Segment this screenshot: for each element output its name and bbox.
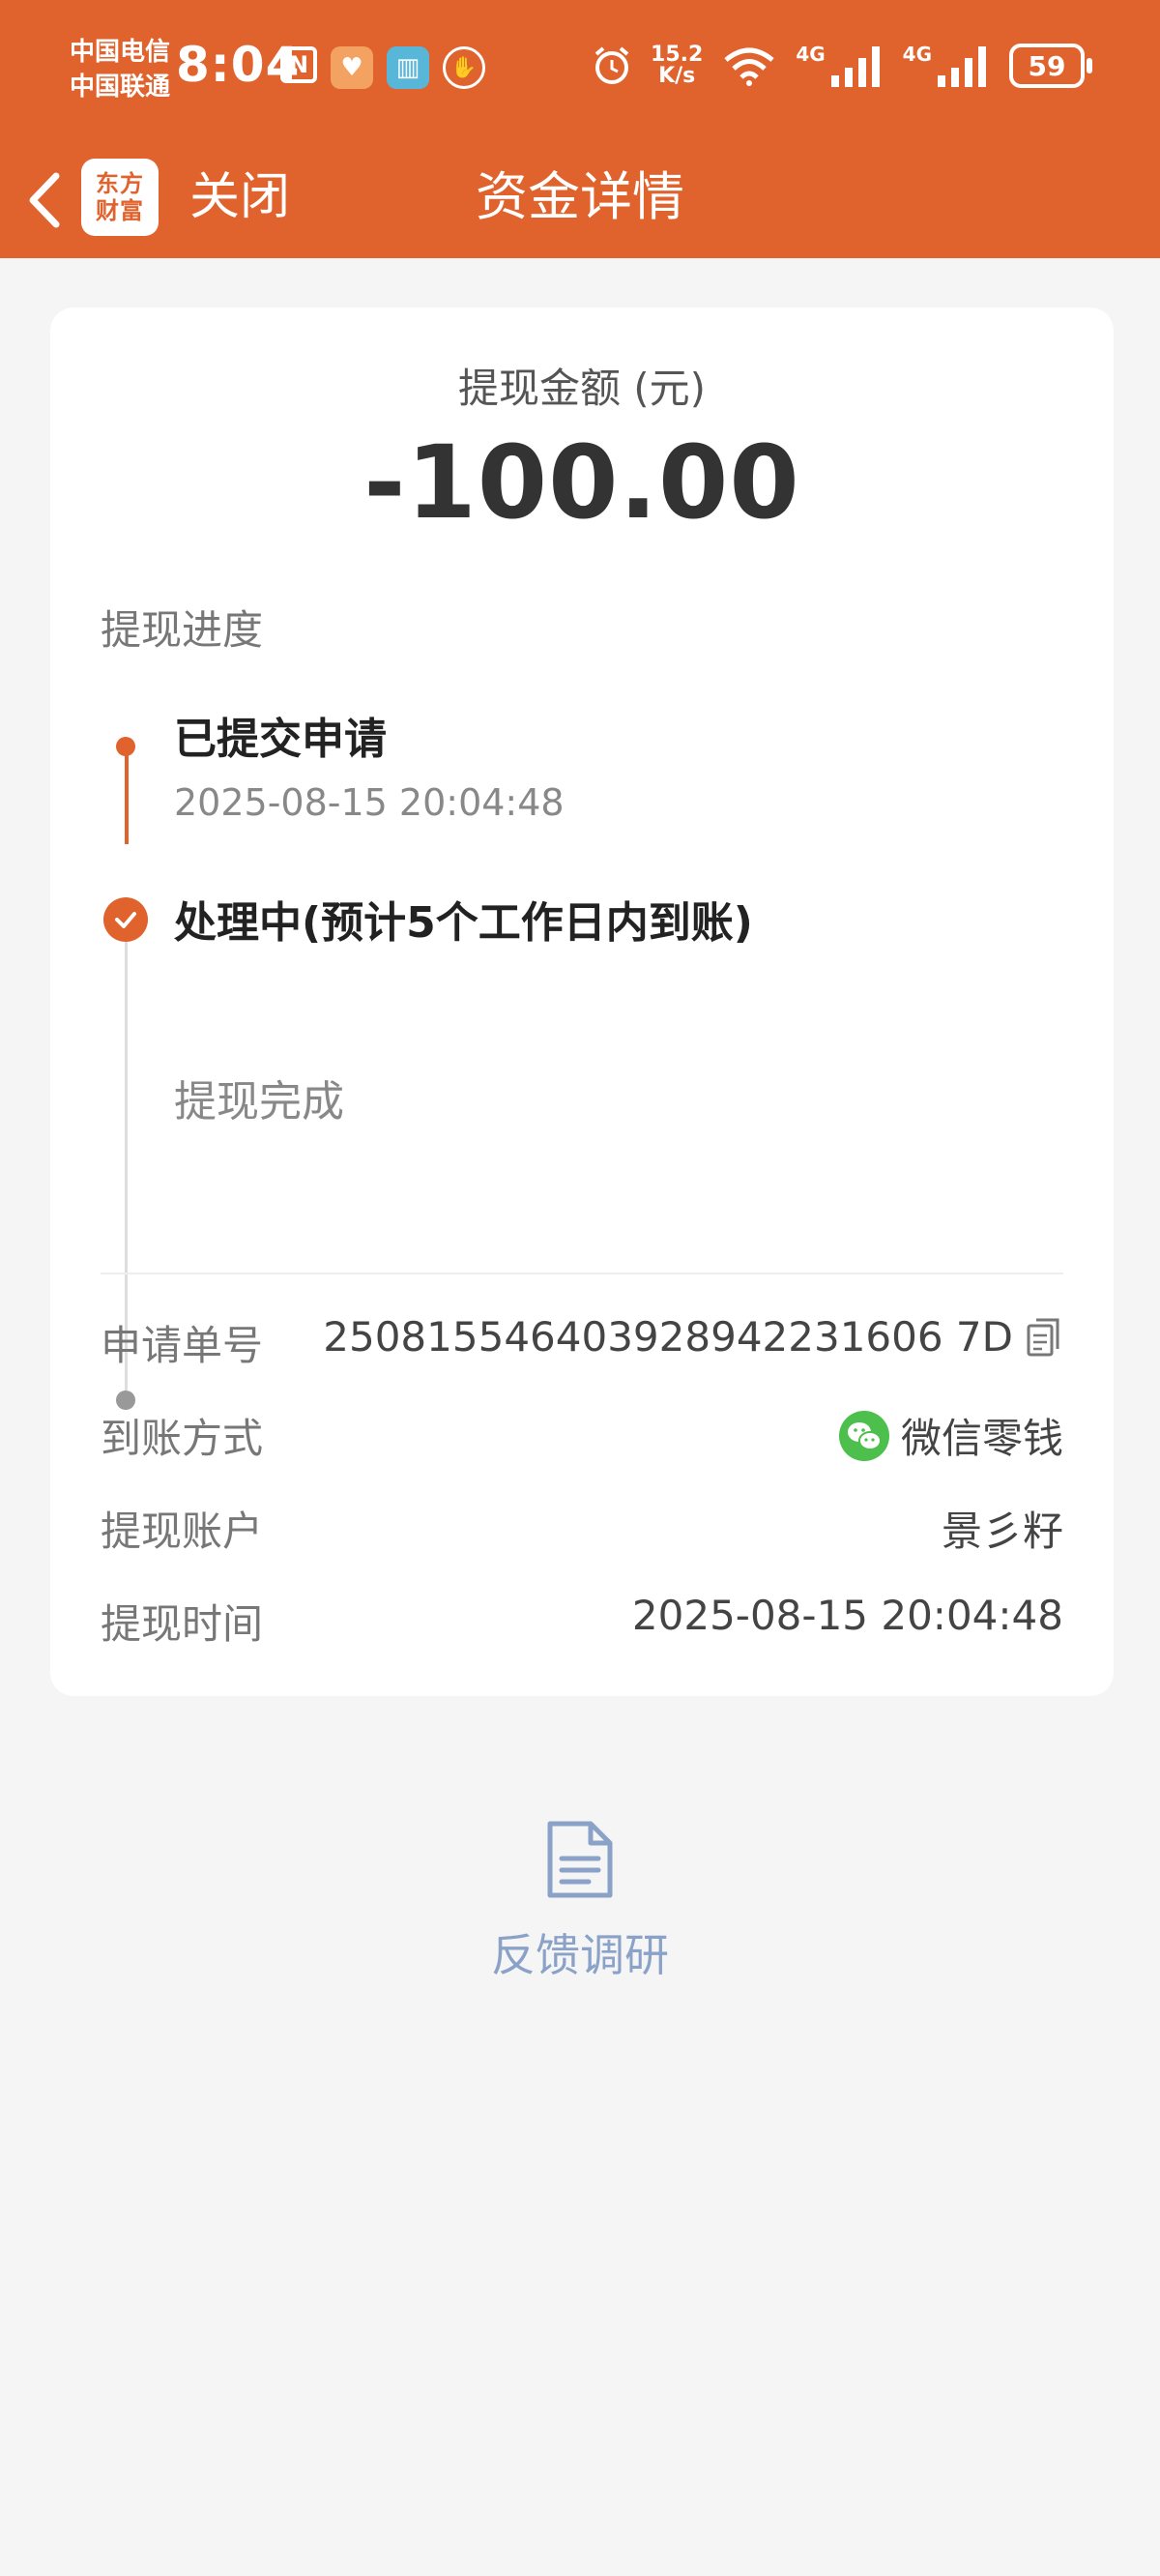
- carrier-1: 中国电信: [70, 38, 171, 67]
- payout-method-row: 到账方式 微信零钱: [101, 1406, 1063, 1464]
- feedback-label: 反馈调研: [491, 1929, 669, 1981]
- notification-icons: N ♥ ▥ ✋: [280, 46, 485, 89]
- reader-app-icon: ▥: [387, 46, 429, 89]
- step-2-title: 处理中(预计5个工作日内到账): [174, 898, 753, 948]
- order-number-label: 申请单号: [101, 1322, 264, 1369]
- step-3-title: 提现完成: [174, 1077, 344, 1127]
- signal-2: 4G: [903, 43, 992, 89]
- nfc-icon: N: [280, 46, 317, 83]
- divider: [101, 1273, 1063, 1274]
- wifi-icon: [724, 47, 774, 86]
- carrier-info: 中国电信 中国联通: [70, 35, 170, 104]
- progress-label: 提现进度: [101, 606, 264, 654]
- net-speed-value: 15.2: [651, 43, 704, 67]
- payout-method-label: 到账方式: [101, 1415, 264, 1462]
- step-current-check-icon: [103, 897, 148, 942]
- net-speed: 15.2 K/s: [651, 44, 703, 87]
- wechat-icon: [838, 1410, 889, 1461]
- order-number-value-group: 250815546403928942231606 7D: [323, 1313, 1063, 1361]
- header: 中国电信 中国联通 8:04 N ♥ ▥ ✋ 15.2 K/s 4G 4G 59…: [0, 0, 1160, 258]
- step-done-dot: [116, 737, 135, 756]
- document-icon: [547, 1821, 613, 1898]
- status-bar: 中国电信 中国联通 8:04 N ♥ ▥ ✋ 15.2 K/s 4G 4G 59: [0, 0, 1160, 145]
- signal-1-icon: [830, 46, 880, 87]
- payout-method: 微信零钱: [900, 1415, 1063, 1462]
- copy-icon[interactable]: [1025, 1316, 1063, 1359]
- signal-2-label: 4G: [902, 43, 932, 66]
- net-speed-unit: K/s: [658, 64, 696, 88]
- page-title: 资金详情: [476, 166, 684, 227]
- carrier-2: 中国联通: [70, 73, 171, 102]
- amount-label: 提现金额 (元): [457, 365, 707, 412]
- timeline-line-active: [125, 747, 129, 844]
- signal-2-icon: [938, 46, 986, 87]
- order-number-row: 申请单号 250815546403928942231606 7D: [101, 1313, 1063, 1371]
- hand-icon: ✋: [443, 46, 485, 89]
- fund-detail-card: 提现金额 (元) -100.00 提现进度 已提交申请 2025-08-15 2…: [50, 307, 1114, 1696]
- status-icons: 15.2 K/s 4G 4G 59: [591, 43, 1092, 89]
- signal-1-label: 4G: [796, 43, 826, 66]
- account-row: 提现账户 景彡籽: [101, 1499, 1063, 1557]
- withdraw-time-row: 提现时间 2025-08-15 20:04:48: [101, 1592, 1063, 1650]
- alarm-icon: [594, 46, 629, 84]
- order-number: 250815546403928942231606 7D: [323, 1313, 1013, 1361]
- title-bar: 东方 财富 关闭 资金详情: [0, 145, 1160, 258]
- withdraw-time-label: 提现时间: [101, 1600, 264, 1648]
- battery-indicator: 59: [1009, 44, 1092, 88]
- amount-value: -100.00: [363, 424, 800, 542]
- health-app-icon: ♥: [331, 46, 373, 89]
- step-1-title: 已提交申请: [174, 715, 387, 764]
- payout-method-value-group: 微信零钱: [838, 1406, 1063, 1465]
- signal-1: 4G: [796, 43, 884, 89]
- account-label: 提现账户: [101, 1508, 264, 1555]
- account-name: 景彡籽: [941, 1508, 1063, 1555]
- feedback-button[interactable]: 反馈调研: [0, 1818, 1160, 1984]
- withdraw-time: 2025-08-15 20:04:48: [631, 1592, 1063, 1639]
- step-1-time: 2025-08-15 20:04:48: [174, 781, 565, 824]
